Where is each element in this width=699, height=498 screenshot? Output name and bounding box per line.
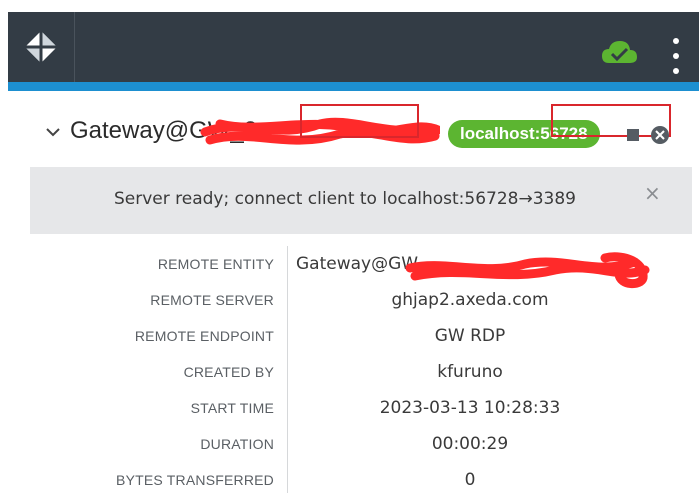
app-header	[8, 12, 699, 82]
top-strip	[0, 0, 699, 12]
detail-label: START TIME	[190, 400, 274, 416]
detail-value: 0	[464, 470, 476, 490]
kebab-menu-icon[interactable]	[666, 38, 686, 74]
banner-close-button[interactable]: ×	[644, 181, 661, 205]
app-logo[interactable]	[8, 12, 75, 82]
detail-label: REMOTE SERVER	[150, 292, 274, 308]
stop-icon[interactable]	[627, 129, 639, 141]
status-message: Server ready; connect client to localhos…	[114, 189, 576, 209]
status-banner: Server ready; connect client to localhos…	[30, 167, 692, 234]
axeda-logo-icon	[25, 31, 57, 63]
accent-bar	[8, 82, 699, 91]
session-details: REMOTE ENTITY Gateway@GW REMOTE SERVER g…	[0, 246, 699, 493]
detail-label: CREATED BY	[183, 364, 274, 380]
highlight-box	[300, 104, 419, 138]
detail-value: ghjap2.axeda.com	[391, 290, 549, 310]
detail-value: 2023-03-13 10:28:33	[379, 398, 561, 418]
session-title: Gateway@GW_3	[70, 117, 258, 144]
detail-value: 00:00:29	[431, 434, 509, 454]
session-header: Gateway@GW_3 localhost:56728	[30, 104, 699, 156]
detail-row-remote-server: REMOTE SERVER ghjap2.axeda.com	[0, 282, 699, 318]
detail-value: GW RDP	[434, 326, 506, 346]
chevron-down-icon[interactable]	[44, 123, 62, 141]
cloud-check-icon[interactable]	[599, 33, 639, 73]
detail-label: REMOTE ENTITY	[157, 256, 274, 272]
detail-label: REMOTE ENDPOINT	[134, 328, 274, 344]
detail-row-duration: DURATION 00:00:29	[0, 426, 699, 462]
detail-label: DURATION	[200, 436, 274, 452]
detail-row-remote-endpoint: REMOTE ENDPOINT GW RDP	[0, 318, 699, 354]
close-circle-icon[interactable]	[650, 125, 670, 145]
detail-value: Gateway@GW	[296, 254, 419, 274]
detail-row-created-by: CREATED BY kfuruno	[0, 354, 699, 390]
detail-row-remote-entity: REMOTE ENTITY Gateway@GW	[0, 246, 699, 282]
detail-value: kfuruno	[437, 362, 503, 382]
detail-label: BYTES TRANSFERRED	[116, 472, 274, 488]
detail-row-start-time: START TIME 2023-03-13 10:28:33	[0, 390, 699, 426]
